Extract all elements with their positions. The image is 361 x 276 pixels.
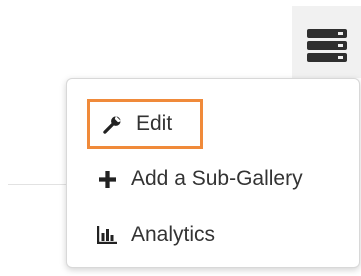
- menu-toggle-button[interactable]: [292, 6, 361, 78]
- menu-item-add-sub-gallery[interactable]: Add a Sub-Gallery: [97, 159, 303, 199]
- menu-item-label: Edit: [136, 112, 173, 135]
- menu-item-label: Analytics: [131, 223, 216, 246]
- wrench-icon: [102, 114, 122, 134]
- menu-item-label: Add a Sub-Gallery: [131, 167, 303, 190]
- bar-chart-icon: [97, 225, 117, 245]
- dropdown-menu: Edit Add a Sub-Gallery Analytics: [66, 78, 360, 268]
- menu-item-edit[interactable]: Edit: [87, 99, 203, 149]
- section-divider: [8, 184, 74, 185]
- menu-item-analytics[interactable]: Analytics: [97, 215, 215, 255]
- plus-icon: [97, 169, 117, 189]
- server-stack-icon: [307, 29, 347, 62]
